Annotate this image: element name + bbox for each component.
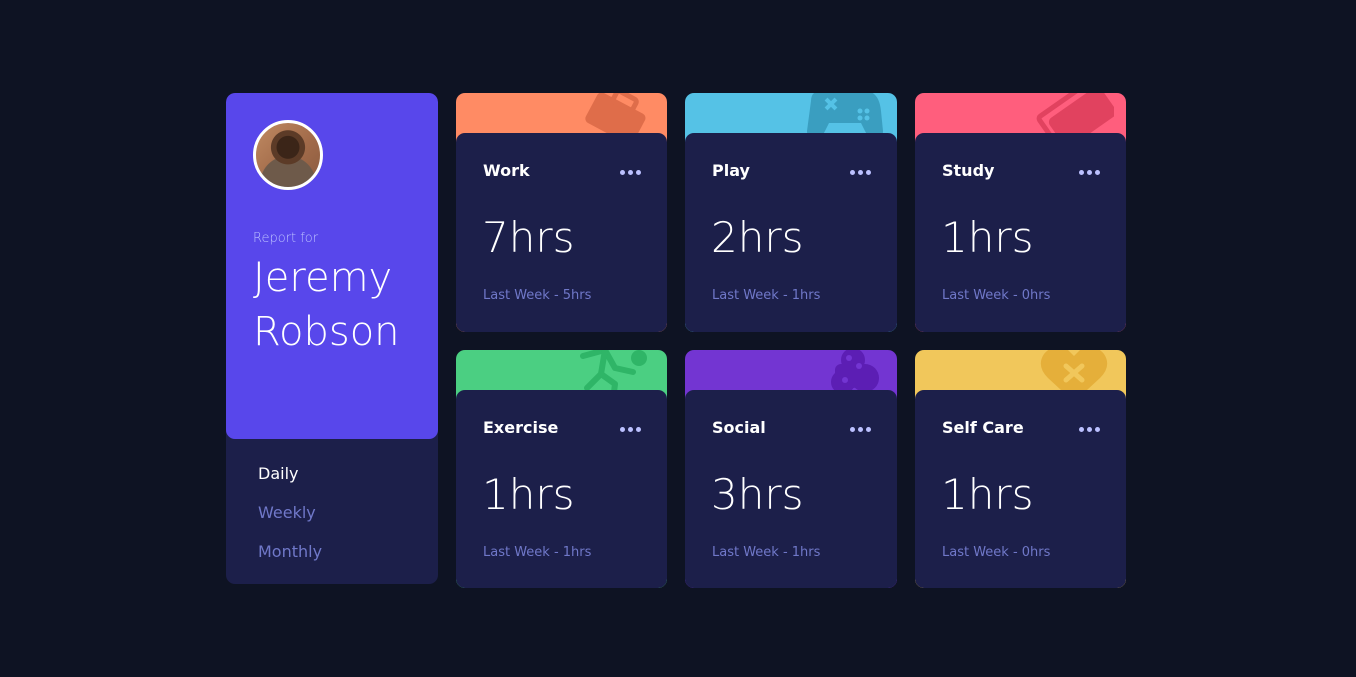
card-title: Social bbox=[712, 418, 766, 437]
card-study: Study 1hrs Last Week - 0hrs bbox=[915, 93, 1126, 332]
card-body: Work 7hrs Last Week - 5hrs bbox=[456, 133, 667, 332]
card-title: Play bbox=[712, 161, 750, 180]
more-options-icon[interactable] bbox=[850, 427, 871, 432]
more-options-icon[interactable] bbox=[620, 427, 641, 432]
card-body: Exercise 1hrs Last Week - 1hrs bbox=[456, 390, 667, 588]
previous-hours: Last Week - 1hrs bbox=[712, 288, 821, 303]
previous-hours: Last Week - 0hrs bbox=[942, 545, 1051, 560]
current-hours: 3hrs bbox=[711, 470, 804, 519]
card-work: Work 7hrs Last Week - 5hrs bbox=[456, 93, 667, 332]
card-body: Social 3hrs Last Week - 1hrs bbox=[685, 390, 897, 588]
current-hours: 1hrs bbox=[941, 213, 1034, 262]
previous-hours: Last Week - 0hrs bbox=[942, 288, 1051, 303]
card-title: Work bbox=[483, 161, 530, 180]
card-title: Exercise bbox=[483, 418, 559, 437]
profile-header: Report for Jeremy Robson bbox=[226, 93, 438, 439]
card-exercise: Exercise 1hrs Last Week - 1hrs bbox=[456, 350, 667, 588]
user-name: Jeremy Robson bbox=[253, 255, 400, 355]
more-options-icon[interactable] bbox=[620, 170, 641, 175]
card-body: Play 2hrs Last Week - 1hrs bbox=[685, 133, 897, 332]
timeframe-monthly[interactable]: Monthly bbox=[258, 541, 322, 580]
card-body: Study 1hrs Last Week - 0hrs bbox=[915, 133, 1126, 332]
card-social: Social 3hrs Last Week - 1hrs bbox=[685, 350, 897, 588]
profile-card: Report for Jeremy Robson Daily Weekly Mo… bbox=[226, 93, 438, 584]
previous-hours: Last Week - 5hrs bbox=[483, 288, 592, 303]
previous-hours: Last Week - 1hrs bbox=[483, 545, 592, 560]
report-for-label: Report for bbox=[253, 231, 319, 246]
current-hours: 1hrs bbox=[941, 470, 1034, 519]
avatar bbox=[253, 120, 323, 190]
more-options-icon[interactable] bbox=[850, 170, 871, 175]
current-hours: 1hrs bbox=[482, 470, 575, 519]
card-title: Self Care bbox=[942, 418, 1024, 437]
card-body: Self Care 1hrs Last Week - 0hrs bbox=[915, 390, 1126, 588]
timeframe-weekly[interactable]: Weekly bbox=[258, 502, 322, 541]
current-hours: 7hrs bbox=[482, 213, 575, 262]
current-hours: 2hrs bbox=[711, 213, 804, 262]
timeframe-daily[interactable]: Daily bbox=[258, 463, 322, 502]
more-options-icon[interactable] bbox=[1079, 170, 1100, 175]
more-options-icon[interactable] bbox=[1079, 427, 1100, 432]
time-tracking-dashboard: Report for Jeremy Robson Daily Weekly Mo… bbox=[226, 93, 1126, 588]
timeframe-menu: Daily Weekly Monthly bbox=[258, 463, 322, 580]
previous-hours: Last Week - 1hrs bbox=[712, 545, 821, 560]
card-self-care: Self Care 1hrs Last Week - 0hrs bbox=[915, 350, 1126, 588]
card-play: Play 2hrs Last Week - 1hrs bbox=[685, 93, 897, 332]
card-title: Study bbox=[942, 161, 995, 180]
